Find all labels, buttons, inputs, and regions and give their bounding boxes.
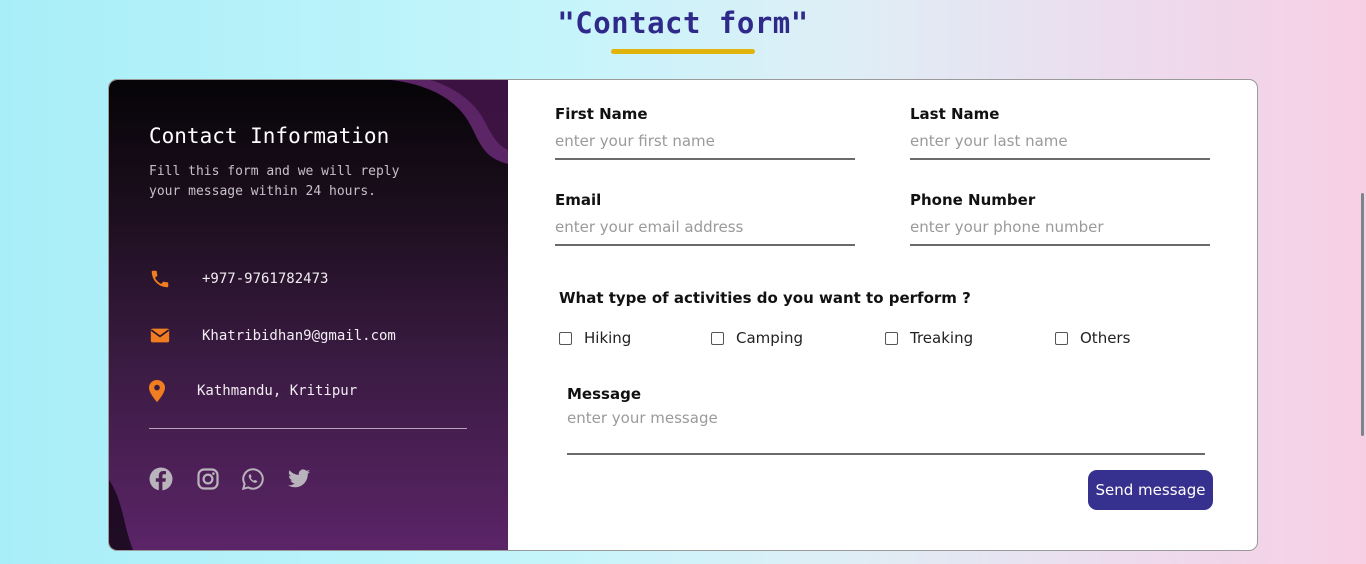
twitter-icon[interactable]	[287, 467, 311, 491]
phone-icon	[151, 270, 169, 288]
checkbox-box[interactable]	[885, 332, 898, 345]
activity-label[interactable]: Hiking	[584, 329, 631, 347]
title-underline	[611, 49, 755, 54]
first-name-label: First Name	[555, 105, 648, 123]
contact-email-row: Khatribidhan9@gmail.com	[149, 325, 429, 349]
phone-field: Phone Number	[910, 191, 1210, 246]
contact-location-text: Kathmandu, Kritipur	[197, 383, 358, 399]
activity-label[interactable]: Treaking	[910, 329, 973, 347]
contact-phone-text[interactable]: +977-9761782473	[202, 271, 328, 287]
page-scrollbar[interactable]	[1361, 193, 1364, 436]
message-input[interactable]	[567, 409, 1205, 455]
location-pin-icon	[149, 380, 165, 402]
phone-label: Phone Number	[910, 191, 1036, 209]
contact-information-panel: Contact Information Fill this form and w…	[109, 80, 508, 550]
contact-card: Contact Information Fill this form and w…	[108, 79, 1258, 551]
info-divider	[149, 428, 467, 429]
checkbox-box[interactable]	[559, 332, 572, 345]
send-message-button[interactable]: Send message	[1088, 470, 1213, 510]
phone-input[interactable]	[910, 218, 1210, 246]
activities-question: What type of activities do you want to p…	[559, 289, 971, 307]
contact-phone-row: +977-9761782473	[149, 268, 409, 292]
checkbox-box[interactable]	[1055, 332, 1068, 345]
info-title: Contact Information	[149, 124, 390, 148]
contact-location-row: Kathmandu, Kritipur	[149, 380, 409, 404]
message-label: Message	[567, 385, 641, 403]
email-input[interactable]	[555, 218, 855, 246]
email-label: Email	[555, 191, 602, 209]
whatsapp-icon[interactable]	[241, 467, 265, 491]
first-name-input[interactable]	[555, 132, 855, 160]
last-name-label: Last Name	[910, 105, 1000, 123]
mail-icon	[150, 328, 170, 343]
last-name-field: Last Name	[910, 105, 1210, 160]
activity-label[interactable]: Camping	[736, 329, 803, 347]
contact-form: First Name Last Name Email Phone Number …	[508, 80, 1257, 550]
info-subtitle: Fill this form and we will reply your me…	[149, 164, 400, 199]
facebook-icon[interactable]	[149, 467, 173, 491]
contact-email-text[interactable]: Khatribidhan9@gmail.com	[202, 328, 396, 344]
activity-label[interactable]: Others	[1080, 329, 1130, 347]
last-name-input[interactable]	[910, 132, 1210, 160]
instagram-icon[interactable]	[196, 467, 220, 491]
checkbox-box[interactable]	[711, 332, 724, 345]
page-title: "Contact form"	[557, 6, 809, 40]
message-field: Message	[567, 385, 1205, 455]
first-name-field: First Name	[555, 105, 855, 160]
email-field: Email	[555, 191, 855, 246]
